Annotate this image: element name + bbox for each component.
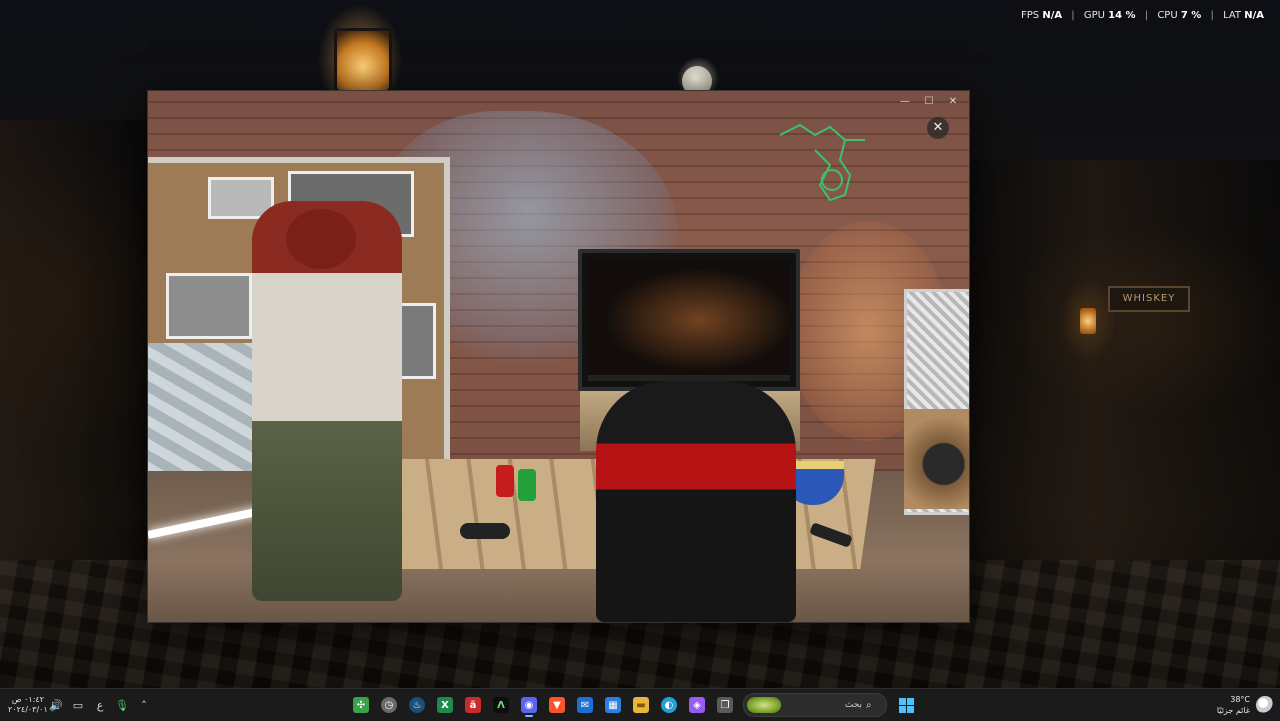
copilot-icon: ◈ (689, 697, 705, 713)
edge-icon: ◐ (661, 697, 677, 713)
language-indicator[interactable]: ع (90, 693, 110, 717)
search-icon: ⌕ (866, 699, 872, 711)
taskbar-app[interactable]: Λ (488, 692, 514, 718)
search-placeholder: بحث (844, 700, 862, 710)
task-view-icon: ❐ (717, 697, 733, 713)
green-soda-can (518, 469, 536, 501)
television (578, 249, 800, 391)
separator: | (1144, 10, 1149, 21)
volume-icon[interactable]: 🔊 (46, 693, 66, 717)
cpu-value: 7 % (1180, 10, 1202, 21)
close-button[interactable]: ✕ (941, 93, 965, 111)
taskbar-app[interactable]: X (432, 692, 458, 718)
taskbar-app[interactable]: ◷ (376, 692, 402, 718)
wallpaper-building-right (968, 160, 1280, 560)
taskbar: ٠١:٤٢ ص ٢٠٢٤/٠٣/٠١ 🔊 ▭ ع 🎙 ˄ ✣ ◷ ♨ X ä Λ… (0, 688, 1280, 721)
weather-temperature: 38°C (1230, 695, 1250, 704)
weather-description: غائم جزئيًا (1216, 706, 1250, 715)
game-window[interactable]: — ☐ ✕ ✕ (147, 90, 970, 623)
game-controller (460, 523, 510, 539)
app-red-icon: ä (465, 697, 481, 713)
gpu-label: GPU (1083, 10, 1105, 21)
weather-widget[interactable]: 38°C غائم جزئيًا (1217, 689, 1274, 721)
windows-logo-icon (898, 697, 914, 713)
taskbar-app[interactable]: ✉ (572, 692, 598, 718)
search-highlight-image (747, 697, 781, 713)
taskbar-app[interactable]: ✣ (348, 692, 374, 718)
app-blue-mail-icon: ✉ (577, 697, 593, 713)
taskbar-app[interactable]: ◉ (516, 692, 542, 718)
network-icon[interactable]: ▭ (68, 693, 88, 717)
clock[interactable]: ٠١:٤٢ ص ٢٠٢٤/٠٣/٠١ (8, 695, 48, 715)
game-scene[interactable] (148, 91, 969, 622)
microsoft-store-icon: ▦ (605, 697, 621, 713)
overlay-close-button[interactable]: ✕ (927, 117, 949, 139)
file-explorer-icon: ▬ (633, 697, 649, 713)
separator: | (1071, 10, 1075, 21)
wallpaper-building-left (0, 120, 147, 560)
lat-label: LAT (1223, 10, 1242, 21)
board-photo (166, 273, 252, 339)
taskbar-app[interactable]: ❐ (712, 692, 738, 718)
clock-time: ٠١:٤٢ ص (11, 695, 44, 704)
partly-cloudy-icon (1256, 696, 1274, 714)
taskbar-app[interactable]: ♨ (404, 692, 430, 718)
app-green-x-icon: X (437, 697, 453, 713)
maximize-button[interactable]: ☐ (917, 93, 941, 111)
wallpaper-whiskey-sign: WHISKEY (1108, 286, 1190, 312)
clock-date: ٢٠٢٤/٠٣/٠١ (8, 705, 48, 714)
app-clock-icon: ◷ (381, 697, 397, 713)
start-button[interactable] (892, 692, 920, 718)
red-soda-can (496, 465, 514, 497)
lat-value: N/A (1244, 10, 1264, 21)
standing-character (252, 201, 402, 601)
cpu-label: CPU (1157, 10, 1178, 21)
discord-icon: ◉ (521, 697, 537, 713)
taskbar-system-tray: ٠١:٤٢ ص ٢٠٢٤/٠٣/٠١ 🔊 ▭ ع 🎙 ˄ (8, 689, 154, 721)
taskbar-app[interactable]: ▦ (600, 692, 626, 718)
brave-icon: ▼ (549, 697, 565, 713)
fps-label: FPS (1021, 10, 1040, 21)
minimize-button[interactable]: — (893, 93, 917, 111)
speaker (904, 409, 969, 509)
character-hair (286, 209, 356, 269)
molecule-graffiti (779, 123, 865, 202)
app-colorful-icon: ✣ (353, 697, 369, 713)
weather-text: 38°C غائم جزئيًا (1217, 694, 1250, 716)
taskbar-app[interactable]: ▼ (544, 692, 570, 718)
performance-overlay: FPS N/A | GPU 14 % | CPU 7 % | LAT N/A (1021, 10, 1264, 21)
chevron-up-icon[interactable]: ˄ (134, 693, 154, 717)
taskbar-app[interactable]: ◈ (684, 692, 710, 718)
taskbar-app[interactable]: ◐ (656, 692, 682, 718)
television-screen (588, 259, 790, 381)
taskbar-app[interactable]: ▬ (628, 692, 654, 718)
search-box[interactable]: بحث ⌕ (743, 693, 887, 717)
taskbar-apps: ✣ ◷ ♨ X ä Λ ◉ ▼ ✉ ▦ ▬ ◐ ◈ ❐ بحث ⌕ (348, 689, 920, 721)
microphone-icon[interactable]: 🎙 (112, 693, 132, 717)
taskbar-app[interactable]: ä (460, 692, 486, 718)
gpu-value: 14 % (1108, 10, 1136, 21)
wallpaper-wall-lamp (1080, 308, 1096, 334)
window-controls: — ☐ ✕ (893, 93, 965, 111)
steam-icon: ♨ (409, 697, 425, 713)
separator: | (1210, 10, 1214, 21)
fps-value: N/A (1042, 10, 1063, 21)
wallpaper-lantern (334, 28, 392, 94)
app-lambda-icon: Λ (493, 697, 509, 713)
seated-character (596, 381, 796, 622)
